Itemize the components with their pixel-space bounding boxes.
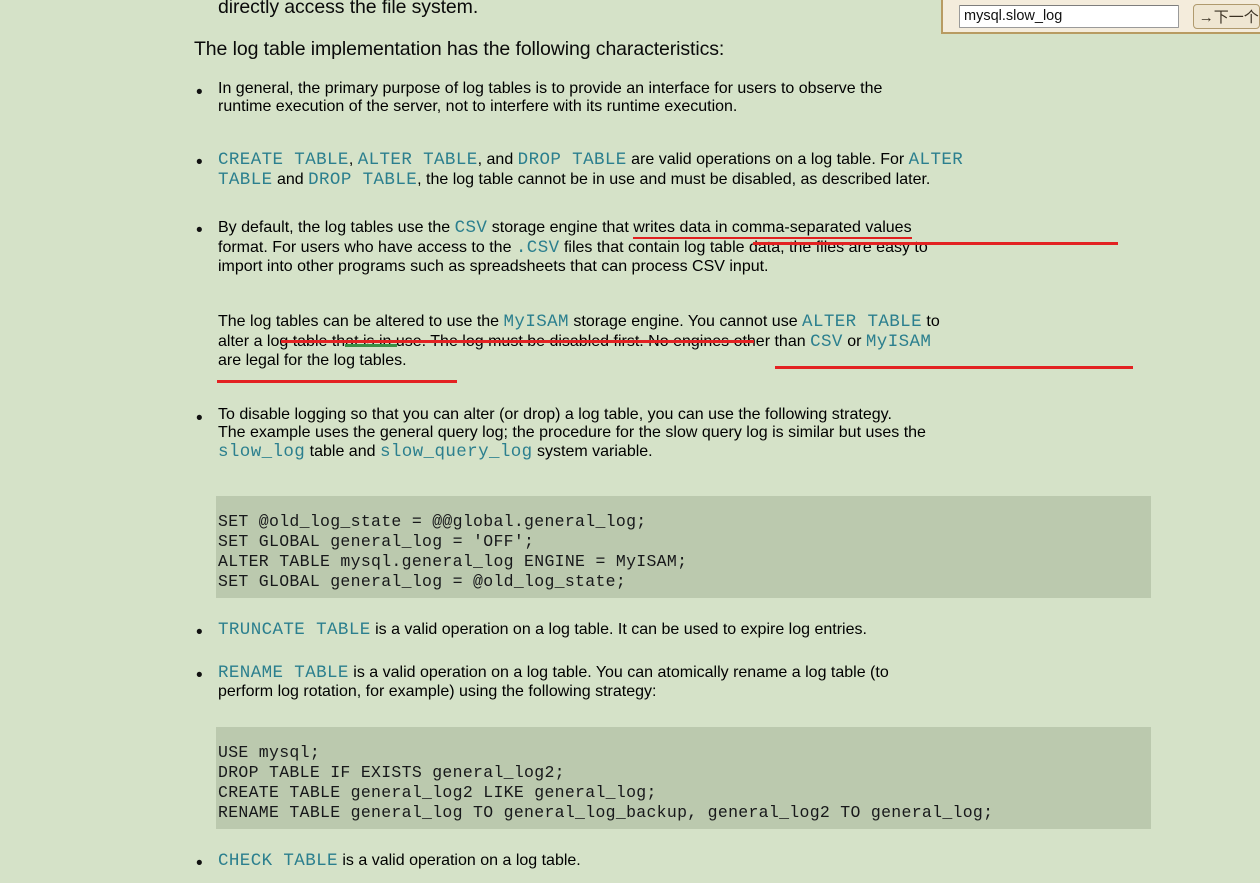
bullet-csv-line-2: format. For users who have access to the… <box>218 238 928 258</box>
code-alter-table: ALTER TABLE <box>357 150 478 170</box>
intro-fragment-text: directly access the file system. <box>218 0 479 18</box>
bullet-purpose-line-2: runtime execution of the server, not to … <box>218 98 738 115</box>
intro-fragment: directly access the file system. <box>218 0 478 20</box>
bullet-truncate-table: TRUNCATE TABLE is a valid operation on a… <box>218 620 867 640</box>
annotation-underline-text: are legal for the log tables <box>218 352 403 369</box>
find-next-button[interactable]: →下一个 <box>1192 3 1260 29</box>
code-block-2-text: USE mysql; DROP TABLE IF EXISTS general_… <box>218 743 994 822</box>
disable-logging-line-2: The example uses the general query log; … <box>218 424 926 441</box>
bullet-ddl-line-1: CREATE TABLE, ALTER TABLE, and DROP TABL… <box>218 150 964 170</box>
annotation-underline-3 <box>775 366 1133 369</box>
bullet-csv-engine: By default, the log tables use the CSV s… <box>218 218 928 276</box>
bullet-marker: • <box>196 853 203 874</box>
code-myisam: MyISAM <box>503 312 569 332</box>
bullet-csv-line-3: import into other programs such as sprea… <box>218 258 769 275</box>
annotation-underline-2 <box>281 340 754 343</box>
code-slow-log: slow_log <box>218 442 306 462</box>
find-toolbar: →下一个 <box>941 0 1260 34</box>
lead-paragraph: The log table implementation has the fol… <box>194 36 724 62</box>
code-myisam-2: MyISAM <box>865 332 932 352</box>
bullet-marker: • <box>196 82 203 103</box>
bullet-ddl-operations: CREATE TABLE, ALTER TABLE, and DROP TABL… <box>218 150 963 190</box>
code-alter: ALTER <box>908 150 964 170</box>
code-csv-2: CSV <box>810 332 843 352</box>
bullet-disable-logging: To disable logging so that you can alter… <box>218 406 926 462</box>
bullet-purpose: In general, the primary purpose of log t… <box>218 80 882 116</box>
annotation-underline-green <box>345 344 397 347</box>
myisam-line-1: The log tables can be altered to use the… <box>218 312 940 332</box>
check-line: CHECK TABLE is a valid operation on a lo… <box>218 851 581 871</box>
bullet-csv-line-1: By default, the log tables use the CSV s… <box>218 218 912 239</box>
bullet-marker: • <box>196 408 203 429</box>
bullet-marker: • <box>196 152 203 173</box>
annotation-underline-text: can be altered to use the <box>322 313 504 330</box>
rename-line-2: perform log rotation, for example) using… <box>218 683 657 700</box>
code-dot-csv: .CSV <box>515 238 560 258</box>
annotation-underline-text: writes data in comma-separated values <box>633 219 912 239</box>
bullet-marker: • <box>196 622 203 643</box>
code-slow-query-log: slow_query_log <box>379 442 533 462</box>
code-truncate-table: TRUNCATE TABLE <box>218 620 371 640</box>
annotation-underline-1 <box>753 242 1118 245</box>
code-drop-table-2: DROP TABLE <box>308 170 418 190</box>
bullet-ddl-line-2: TABLE and DROP TABLE, the log table cann… <box>218 170 931 190</box>
truncate-line: TRUNCATE TABLE is a valid operation on a… <box>218 620 867 640</box>
code-rename-table: RENAME TABLE <box>218 663 349 683</box>
bullet-rename-table: RENAME TABLE is a valid operation on a l… <box>218 663 889 701</box>
code-alter-table-3: ALTER TABLE <box>802 312 922 332</box>
code-check-table: CHECK TABLE <box>218 851 338 871</box>
code-drop-table: DROP TABLE <box>517 150 627 170</box>
code-csv: CSV <box>454 218 488 238</box>
code-block-disable-logging: SET @old_log_state = @@global.general_lo… <box>216 496 1151 598</box>
find-input[interactable] <box>959 4 1179 28</box>
disable-logging-line-3: slow_log table and slow_query_log system… <box>218 442 653 462</box>
lead-paragraph-text: The log table implementation has the fol… <box>194 38 725 60</box>
bullet-purpose-line-1: In general, the primary purpose of log t… <box>218 80 883 97</box>
bullet-marker: • <box>196 220 203 241</box>
rename-line-1: RENAME TABLE is a valid operation on a l… <box>218 663 889 683</box>
code-block-1-text: SET @old_log_state = @@global.general_lo… <box>218 512 688 591</box>
annotation-underline-4 <box>217 380 457 383</box>
bullet-check-table: CHECK TABLE is a valid operation on a lo… <box>218 851 581 871</box>
disable-logging-line-1: To disable logging so that you can alter… <box>218 406 892 423</box>
code-table: TABLE <box>218 170 273 190</box>
document-page: directly access the file system. The log… <box>0 0 1260 883</box>
code-create-table: CREATE TABLE <box>218 150 349 170</box>
code-block-rename-rotation: USE mysql; DROP TABLE IF EXISTS general_… <box>216 727 1151 829</box>
bullet-marker: • <box>196 665 203 686</box>
find-next-label: →下一个 <box>1198 8 1259 26</box>
